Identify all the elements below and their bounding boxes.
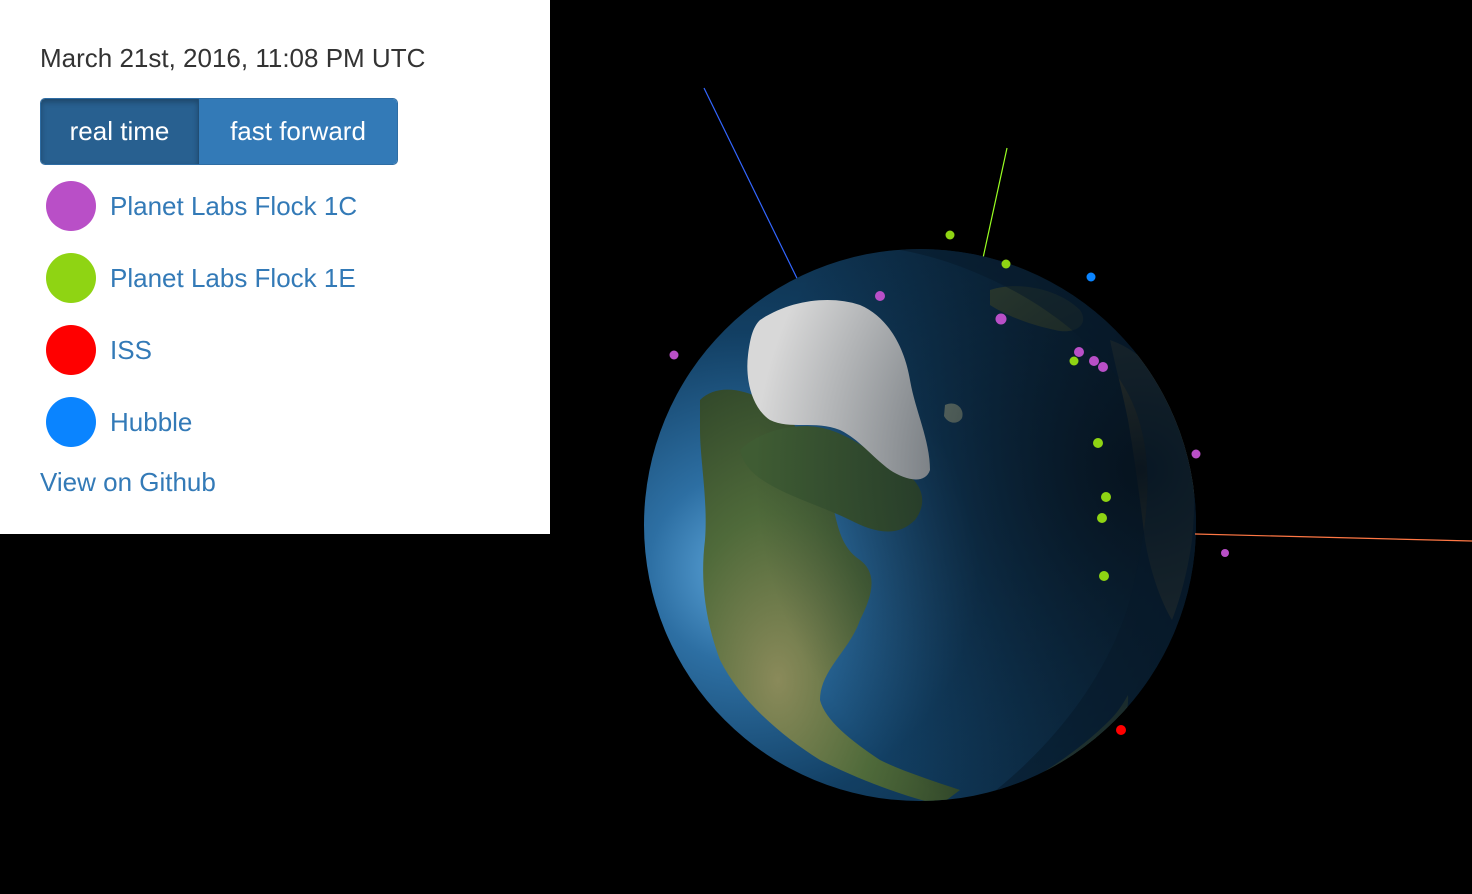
fast-forward-button[interactable]: fast forward	[199, 99, 397, 164]
flock-1e-color-dot	[46, 253, 96, 303]
satellite-dot[interactable]	[1098, 362, 1108, 372]
iss-color-dot	[46, 325, 96, 375]
legend-label: Planet Labs Flock 1E	[110, 262, 356, 293]
satellite-dot[interactable]	[1221, 549, 1229, 557]
legend-item-flock-1e[interactable]: Planet Labs Flock 1E	[46, 242, 550, 314]
satellite-dot[interactable]	[1099, 571, 1109, 581]
satellite-dot[interactable]	[1191, 449, 1201, 459]
satellite-legend: Planet Labs Flock 1C Planet Labs Flock 1…	[40, 170, 550, 458]
legend-label: ISS	[110, 334, 152, 365]
legend-item-hubble[interactable]: Hubble	[46, 386, 550, 458]
real-time-button[interactable]: real time	[41, 99, 199, 164]
current-time: March 21st, 2016, 11:08 PM UTC	[40, 43, 426, 73]
satellite-dot[interactable]	[669, 350, 679, 360]
github-link[interactable]: View on Github	[40, 464, 550, 500]
satellite-dot[interactable]	[1097, 513, 1107, 523]
x-axis-line	[1194, 533, 1472, 542]
y-axis-line	[982, 147, 1008, 259]
legend-item-iss[interactable]: ISS	[46, 314, 550, 386]
hubble-color-dot	[46, 397, 96, 447]
satellite-dot[interactable]	[1074, 347, 1084, 357]
satellite-dot[interactable]	[1093, 438, 1103, 448]
legend-label: Hubble	[110, 406, 193, 437]
satellite-dot[interactable]	[875, 291, 885, 301]
time-mode-toggle: real time fast forward	[40, 98, 398, 165]
satellite-dot[interactable]	[1101, 492, 1111, 502]
satellite-dot[interactable]	[1001, 259, 1011, 269]
satellite-dot[interactable]	[945, 230, 955, 240]
satellite-dot[interactable]	[995, 313, 1007, 325]
legend-label: Planet Labs Flock 1C	[110, 190, 358, 221]
info-panel: March 21st, 2016, 11:08 PM UTC real time…	[0, 0, 550, 534]
earth-globe[interactable]	[644, 200, 1200, 894]
legend-item-flock-1c[interactable]: Planet Labs Flock 1C	[46, 170, 550, 242]
satellite-iss[interactable]	[1116, 725, 1126, 735]
satellite-dot[interactable]	[1069, 356, 1079, 366]
satellite-dot[interactable]	[1089, 356, 1099, 366]
satellite-hubble[interactable]	[1086, 272, 1096, 282]
flock-1c-color-dot	[46, 181, 96, 231]
